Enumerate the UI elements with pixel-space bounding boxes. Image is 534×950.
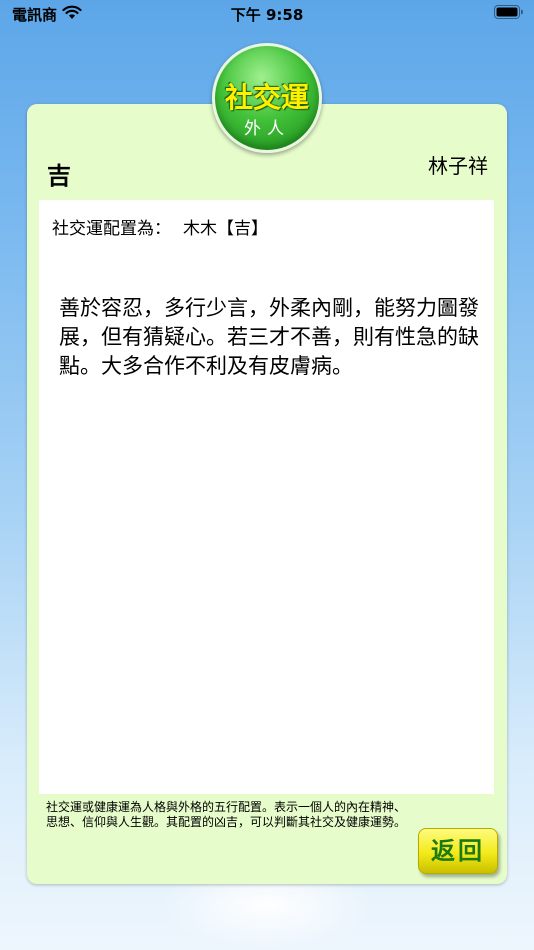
category-badge: 社交運 外人 <box>212 43 322 153</box>
description-text: 善於容忍，多行少言，外柔內剛，能努力圖發展，但有猜疑心。若三才不善，則有性急的缺… <box>59 296 479 378</box>
badge-subtitle: 外人 <box>244 119 290 139</box>
person-name: 林子祥 <box>428 154 488 178</box>
back-button[interactable]: 返回 <box>418 828 498 874</box>
content-panel: 社交運配置為： 木木【吉】 善於容忍，多行少言，外柔內剛，能努力圖發展，但有猜疑心… <box>39 200 494 794</box>
battery-icon <box>494 5 524 24</box>
status-bar: 電訊商 下午 9:58 <box>0 0 534 28</box>
footnote-text: 社交運或健康運為人格與外格的五行配置。表示一個人的內在精神、思想、信仰與人生觀。… <box>46 800 407 829</box>
config-label: 社交運配置為： <box>52 219 171 239</box>
config-value: 木木【吉】 <box>183 219 268 239</box>
badge-title: 社交運 <box>224 81 309 114</box>
rating-label: 吉 <box>47 162 71 190</box>
config-line: 社交運配置為： 木木【吉】 <box>52 214 268 239</box>
clock: 下午 9:58 <box>230 6 304 24</box>
